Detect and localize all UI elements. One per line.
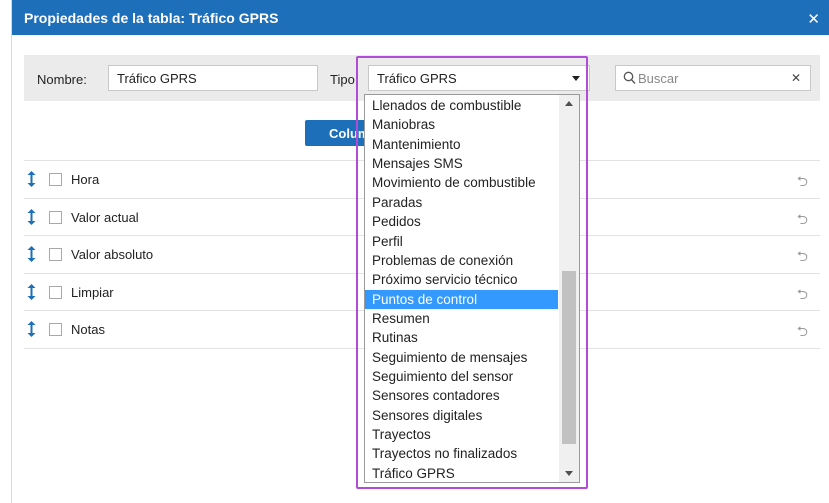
dropdown-option[interactable]: Paradas xyxy=(365,193,558,212)
name-field[interactable]: Tráfico GPRS xyxy=(108,65,318,91)
row-checkbox[interactable] xyxy=(49,173,62,186)
dropdown-option[interactable]: Mantenimiento xyxy=(365,135,558,154)
drag-handle-icon[interactable] xyxy=(27,283,36,300)
dropdown-option[interactable]: Pedidos xyxy=(365,212,558,231)
scroll-down-icon[interactable] xyxy=(565,471,573,476)
dropdown-option[interactable]: Movimiento de combustible xyxy=(365,173,558,192)
dropdown-option[interactable]: Maniobras xyxy=(365,115,558,134)
undo-icon[interactable]: ⮌ xyxy=(797,284,808,308)
search-icon xyxy=(623,71,636,84)
scroll-up-icon[interactable] xyxy=(565,101,573,106)
dropdown-option[interactable]: Seguimiento del sensor xyxy=(365,367,558,386)
dropdown-option[interactable]: Seguimiento de mensajes xyxy=(365,348,558,367)
dropdown-option[interactable]: Perfil xyxy=(365,232,558,251)
row-checkbox[interactable] xyxy=(49,285,62,299)
row-label: Notas xyxy=(71,322,105,337)
row-label: Valor actual xyxy=(71,209,139,225)
dropdown-option[interactable]: Puntos de control xyxy=(365,289,558,309)
name-label: Nombre: xyxy=(37,72,87,87)
dropdown-option[interactable]: Problemas de conexión xyxy=(365,251,558,270)
undo-icon[interactable]: ⮌ xyxy=(797,246,808,270)
row-checkbox[interactable] xyxy=(49,323,62,336)
row-label: Valor absoluto xyxy=(71,247,154,262)
undo-icon[interactable]: ⮌ xyxy=(797,209,808,233)
drag-handle-icon[interactable] xyxy=(27,171,36,187)
dialog-titlebar: Propiedades de la tabla: Tráfico GPRS ✕ xyxy=(12,0,829,35)
type-select[interactable]: Tráfico GPRS xyxy=(368,65,590,91)
dropdown-option[interactable]: Resumen xyxy=(365,309,558,328)
scrollbar-thumb[interactable] xyxy=(562,271,576,444)
dropdown-option[interactable]: Trayectos no finalizados xyxy=(365,444,558,463)
dropdown-option[interactable]: Rutinas xyxy=(365,328,558,347)
drag-handle-icon[interactable] xyxy=(27,321,36,337)
row-label: Hora xyxy=(71,172,100,187)
dropdown-option[interactable]: Sensores digitales xyxy=(365,406,558,425)
dropdown-option[interactable]: Llenados de combustible xyxy=(365,96,558,115)
row-checkbox[interactable] xyxy=(49,210,62,224)
type-select-value: Tráfico GPRS xyxy=(377,71,457,86)
clear-search-icon[interactable]: ✕ xyxy=(791,71,801,85)
dropdown-option[interactable]: Trayectos xyxy=(365,425,558,444)
dropdown-scrollbar[interactable] xyxy=(559,95,579,482)
chevron-down-icon xyxy=(572,76,580,81)
dialog-title: Propiedades de la tabla: Tráfico GPRS xyxy=(24,10,279,26)
close-icon[interactable]: ✕ xyxy=(807,10,820,28)
dropdown-option[interactable]: Sensores contadores xyxy=(365,386,558,405)
undo-icon[interactable]: ⮌ xyxy=(797,321,808,345)
type-dropdown-list[interactable]: Tráfico GPRS Trayectos no finalizados Tray… xyxy=(364,94,580,483)
drag-handle-icon[interactable] xyxy=(27,208,36,225)
type-label: Tipo: xyxy=(330,72,359,87)
search-placeholder: Buscar xyxy=(638,71,679,86)
dropdown-option[interactable]: Próximo servicio técnico xyxy=(365,270,558,289)
row-label: Limpiar xyxy=(71,284,114,300)
search-input[interactable]: Buscar ✕ xyxy=(615,65,811,91)
dropdown-option[interactable]: Mensajes SMS xyxy=(365,154,558,173)
undo-icon[interactable]: ⮌ xyxy=(797,171,808,195)
dropdown-option[interactable]: Tráfico GPRS xyxy=(365,464,558,482)
row-checkbox[interactable] xyxy=(49,248,62,261)
drag-handle-icon[interactable] xyxy=(27,246,36,262)
